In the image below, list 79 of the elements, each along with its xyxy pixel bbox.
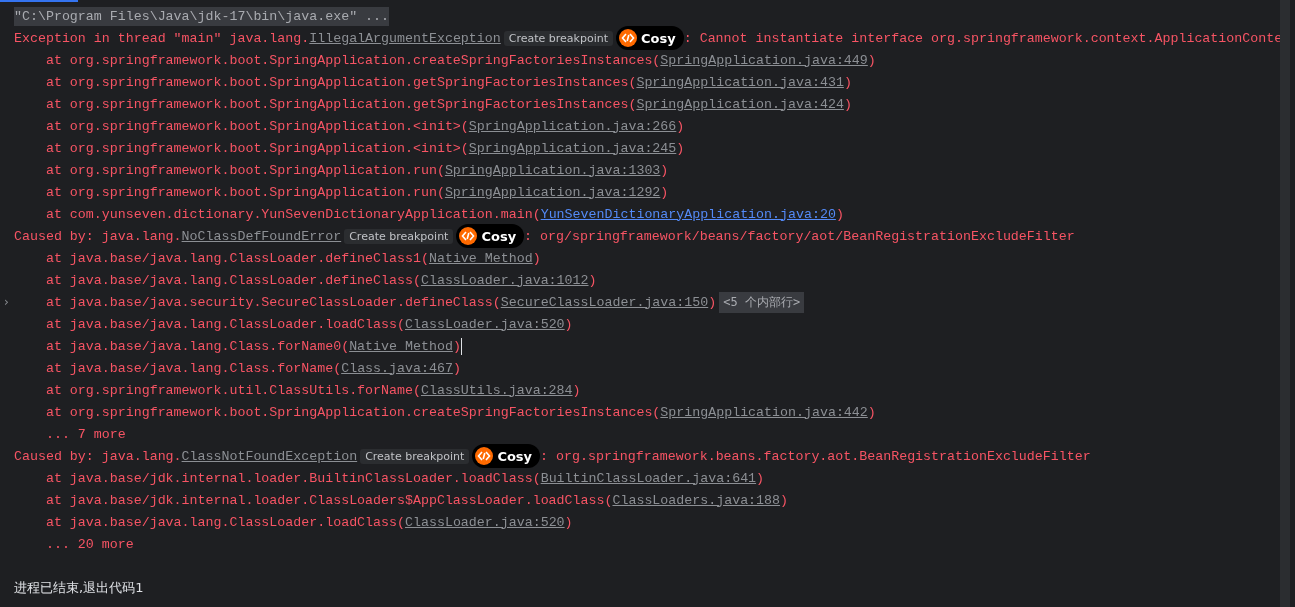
stack-frame-text: at org.springframework.boot.SpringApplication.createSpringFactoriesInstances( [44, 404, 661, 420]
closing-paren: ) [660, 184, 669, 200]
exception-link[interactable]: ClassNotFoundException [181, 448, 358, 464]
closing-paren: ) [588, 272, 597, 288]
stack-frame-text: at java.base/java.lang.ClassLoader.defineClass1( [44, 250, 429, 266]
source-link[interactable]: SpringApplication.java:442 [660, 404, 868, 420]
closing-paren: ) [756, 470, 765, 486]
source-link[interactable]: ClassLoader.java:520 [405, 316, 565, 332]
exception-link[interactable]: NoClassDefFoundError [181, 228, 342, 244]
closing-paren: ) [660, 162, 669, 178]
stack-frame-text: at java.base/java.security.SecureClassLoader.defineClass( [44, 294, 501, 310]
closing-paren: ) [780, 492, 789, 508]
stack-frame-text: at java.base/java.lang.ClassLoader.loadClass( [44, 316, 405, 332]
closing-paren: ) [835, 206, 844, 222]
closing-paren: ) [843, 96, 852, 112]
cosy-button[interactable]: Cosy [616, 26, 684, 50]
stack-frame-text: at org.springframework.boot.SpringApplication.run( [44, 162, 445, 178]
stack-frame-text: at java.base/java.lang.ClassLoader.loadClass( [44, 514, 405, 530]
stack-frame-text: at org.springframework.boot.SpringApplication.getSpringFactoriesInstances( [44, 74, 637, 90]
closing-paren: ) [532, 250, 541, 266]
stack-frame-text: at org.springframework.boot.SpringApplication.run( [44, 184, 445, 200]
closing-paren: ) [708, 294, 717, 310]
source-link[interactable]: SpringApplication.java:424 [636, 96, 844, 112]
source-link[interactable]: ClassLoader.java:520 [405, 514, 565, 530]
cosy-button[interactable]: Cosy [456, 224, 525, 248]
stack-frame-text: at java.base/java.lang.Class.forName0( [44, 338, 350, 354]
code-logo-icon [619, 29, 637, 47]
source-link[interactable]: SpringApplication.java:449 [660, 52, 868, 68]
exception-text: Caused by: java.lang. [14, 228, 182, 244]
closing-paren: ) [572, 382, 581, 398]
stack-frame-text: at java.base/java.lang.Class.forName( [44, 360, 342, 376]
stack-frame-text: at java.base/jdk.internal.loader.BuiltinClassLoader.loadClass( [44, 470, 541, 486]
closing-paren: ) [676, 140, 685, 156]
closing-paren: ) [564, 316, 573, 332]
stack-frame-text: at org.springframework.boot.SpringApplication.getSpringFactoriesInstances( [44, 96, 637, 112]
create-breakpoint-button[interactable]: Create breakpoint [344, 228, 454, 244]
create-breakpoint-button[interactable]: Create breakpoint [503, 30, 613, 46]
source-link[interactable]: Native Method [428, 250, 533, 266]
closing-paren: ) [843, 74, 852, 90]
stack-frame-text: at com.yunseven.dictionary.YunSevenDictionaryApplication.main( [44, 206, 541, 222]
code-logo-icon [475, 447, 494, 465]
source-link[interactable]: BuiltinClassLoader.java:641 [540, 470, 757, 486]
stack-frame-text: at org.springframework.boot.SpringApplication.createSpringFactoriesInstances( [44, 52, 661, 68]
source-link[interactable]: ClassLoaders.java:188 [612, 492, 781, 508]
source-link[interactable]: SecureClassLoader.java:150 [500, 294, 709, 310]
exception-link[interactable]: IllegalArgumentException [309, 30, 501, 46]
closing-paren: ) [867, 52, 876, 68]
stack-frame-text: at java.base/java.lang.ClassLoader.defineClass( [44, 272, 421, 288]
closing-paren: ) [564, 514, 573, 530]
source-link[interactable]: SpringApplication.java:431 [636, 74, 844, 90]
stack-frame-text: at org.springframework.util.ClassUtils.forName( [44, 382, 421, 398]
folded-lines-badge[interactable]: <5 个内部行> [719, 291, 805, 313]
closing-paren: ) [452, 338, 461, 354]
exception-message: : org/springframework/beans/factory/aot/BeanRegistrationExcludeFilter [524, 228, 1075, 244]
source-link[interactable]: ClassLoader.java:1012 [420, 272, 589, 288]
source-link[interactable]: Class.java:467 [341, 360, 453, 376]
closing-paren: ) [867, 404, 876, 420]
more-frames-text: ... 7 more [44, 426, 126, 442]
source-link[interactable]: YunSevenDictionaryApplication.java:20 [540, 206, 836, 222]
stack-frame-text: at org.springframework.boot.SpringApplication.<init>( [44, 140, 469, 156]
source-link[interactable]: ClassUtils.java:284 [420, 382, 573, 398]
source-link[interactable]: SpringApplication.java:1292 [444, 184, 661, 200]
cosy-button[interactable]: Cosy [472, 444, 541, 468]
source-link[interactable]: SpringApplication.java:1303 [444, 162, 661, 178]
stack-frame-text: at org.springframework.boot.SpringApplication.<init>( [44, 118, 469, 134]
source-link[interactable]: SpringApplication.java:266 [468, 118, 677, 134]
source-link[interactable]: SpringApplication.java:245 [468, 140, 677, 156]
exception-text: Caused by: java.lang. [14, 448, 182, 464]
stack-frame-text: at java.base/jdk.internal.loader.ClassLoaders$AppClassLoader.loadClass( [44, 492, 613, 508]
exception-message: : org.springframework.beans.factory.aot.BeanRegistrationExcludeFilter [540, 448, 1091, 464]
closing-paren: ) [676, 118, 685, 134]
exit-message: 进程已结束,退出代码1 [14, 579, 144, 597]
code-logo-icon [459, 227, 478, 245]
source-link[interactable]: Native Method [349, 338, 453, 354]
expand-chevron-icon[interactable]: › [4, 295, 9, 309]
more-frames-text: ... 20 more [44, 536, 134, 552]
exception-text: Exception in thread "main" java.lang. [14, 30, 310, 46]
create-breakpoint-button[interactable]: Create breakpoint [360, 448, 470, 464]
closing-paren: ) [452, 360, 461, 376]
